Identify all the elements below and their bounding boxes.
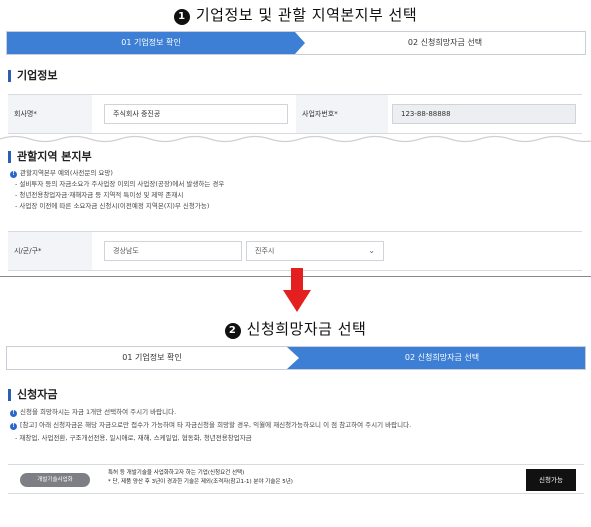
apply-button[interactable]: 신청가능 bbox=[526, 469, 576, 491]
city-select[interactable]: 진주시 ⌄ bbox=[246, 241, 384, 261]
company-name-label: 회사명* bbox=[8, 95, 92, 133]
company-name-input[interactable]: 주식회사 중진공 bbox=[104, 104, 288, 124]
fund-section-title: 신청자금 bbox=[8, 389, 57, 401]
chevron-down-icon: ⌄ bbox=[368, 246, 375, 255]
region-form-row: 시/군/구* 경상남도 진주시 ⌄ bbox=[8, 231, 582, 271]
region-section-title: 관할지역 본지부 bbox=[8, 151, 92, 163]
fund-description: 특허 등 개발기술을 사업화하고자 하는 기업(신청요건 선택) * 단, 제품… bbox=[108, 469, 293, 487]
step-arrow-icon bbox=[287, 347, 299, 369]
torn-edge bbox=[0, 135, 591, 143]
info-icon: ! bbox=[10, 171, 17, 178]
region-info-list: ! 관할지역본부 예외(사전문의 요망) - 설비투자 등의 자금소요가 주사업장… bbox=[10, 168, 224, 212]
step-fund-select[interactable]: 02 신청희망자금 선택 bbox=[305, 32, 585, 54]
step-fund-select[interactable]: 02 신청희망자금 선택 bbox=[299, 347, 585, 369]
step-progress: 01 기업정보 확인 02 신청희망자금 선택 bbox=[6, 346, 586, 370]
step-company-info[interactable]: 01 기업정보 확인 bbox=[7, 347, 297, 369]
province-value: 경상남도 bbox=[113, 247, 139, 255]
fund-option-row: 개발기술사업화 특허 등 개발기술을 사업화하고자 하는 기업(신청요건 선택)… bbox=[8, 464, 584, 494]
step-label: 01 기업정보 확인 bbox=[121, 38, 181, 47]
info-item: ! 신청을 희망하시는 자금 1개만 선택하여 주시기 바랍니다. bbox=[10, 407, 411, 418]
step-label: 01 기업정보 확인 bbox=[122, 353, 182, 362]
step-progress: 01 기업정보 확인 02 신청희망자금 선택 bbox=[6, 31, 586, 55]
info-icon: ! bbox=[10, 410, 17, 417]
info-item: ! [참고] 아래 신청자금은 해당 자금으로만 접수가 가능하며 타 자금신청을… bbox=[10, 420, 411, 431]
fund-type-badge: 개발기술사업화 bbox=[20, 473, 90, 487]
company-form-row: 회사명* 주식회사 중진공 사업자번호* 123-88-88888 bbox=[8, 94, 582, 134]
info-icon: ! bbox=[10, 423, 17, 430]
panel-fund-select: 2 신청희망자금 선택 01 기업정보 확인 02 신청희망자금 선택 신청자금 … bbox=[0, 316, 591, 527]
fund-desc-line: * 단, 제품 양산 후 3년이 경과한 기술은 제외(조격자(참고1-1) 분… bbox=[108, 479, 293, 485]
step-company-info[interactable]: 01 기업정보 확인 bbox=[7, 32, 295, 54]
step-label: 02 신청희망자금 선택 bbox=[407, 38, 483, 47]
biz-number-label: 사업자번호* bbox=[296, 95, 388, 133]
info-item: - 설비투자 등의 자금소요가 주사업장 이외의 사업장(공장)에서 발생하는 … bbox=[15, 180, 225, 188]
fund-desc-line: 특허 등 개발기술을 사업화하고자 하는 기업(신청요건 선택) bbox=[108, 470, 245, 476]
city-value: 진주시 bbox=[255, 247, 275, 255]
info-item: - 사업장 이전에 따른 소요자금 신청시(이전예정 지역본(지)부 신청가능) bbox=[15, 202, 210, 210]
step-label: 02 신청희망자금 선택 bbox=[404, 353, 480, 362]
step-arrow-icon bbox=[295, 32, 305, 54]
panel2-heading-text: 신청희망자금 선택 bbox=[246, 320, 367, 338]
info-item: ! 관할지역본부 예외(사전문의 요망) bbox=[10, 168, 224, 179]
region-label: 시/군/구* bbox=[8, 232, 92, 270]
company-section-title: 기업정보 bbox=[8, 70, 57, 82]
panel1-heading: 1 기업정보 및 관할 지역본지부 선택 bbox=[0, 4, 591, 25]
province-select[interactable]: 경상남도 bbox=[104, 241, 242, 261]
fund-info-list: ! 신청을 희망하시는 자금 1개만 선택하여 주시기 바랍니다. ! [참고] 아… bbox=[10, 407, 411, 444]
step-number-badge: 1 bbox=[173, 9, 190, 25]
panel1-heading-text: 기업정보 및 관할 지역본지부 선택 bbox=[195, 6, 418, 24]
biz-number-input[interactable]: 123-88-88888 bbox=[392, 104, 576, 124]
arrow-down-icon bbox=[283, 268, 311, 312]
panel-company-info: 1 기업정보 및 관할 지역본지부 선택 01 기업정보 확인 02 신청희망자금… bbox=[0, 0, 591, 292]
info-item: - 재창업, 사업전환, 구조개선전용, 일시애로, 재해, 스케일업, 협동화… bbox=[15, 434, 252, 442]
panel2-heading: 2 신청희망자금 선택 bbox=[0, 318, 591, 339]
step-number-badge: 2 bbox=[224, 323, 241, 339]
info-item: - 청년전용창업자금·재해자금 등 지역적 특이성 및 제약 존재시 bbox=[15, 191, 184, 199]
